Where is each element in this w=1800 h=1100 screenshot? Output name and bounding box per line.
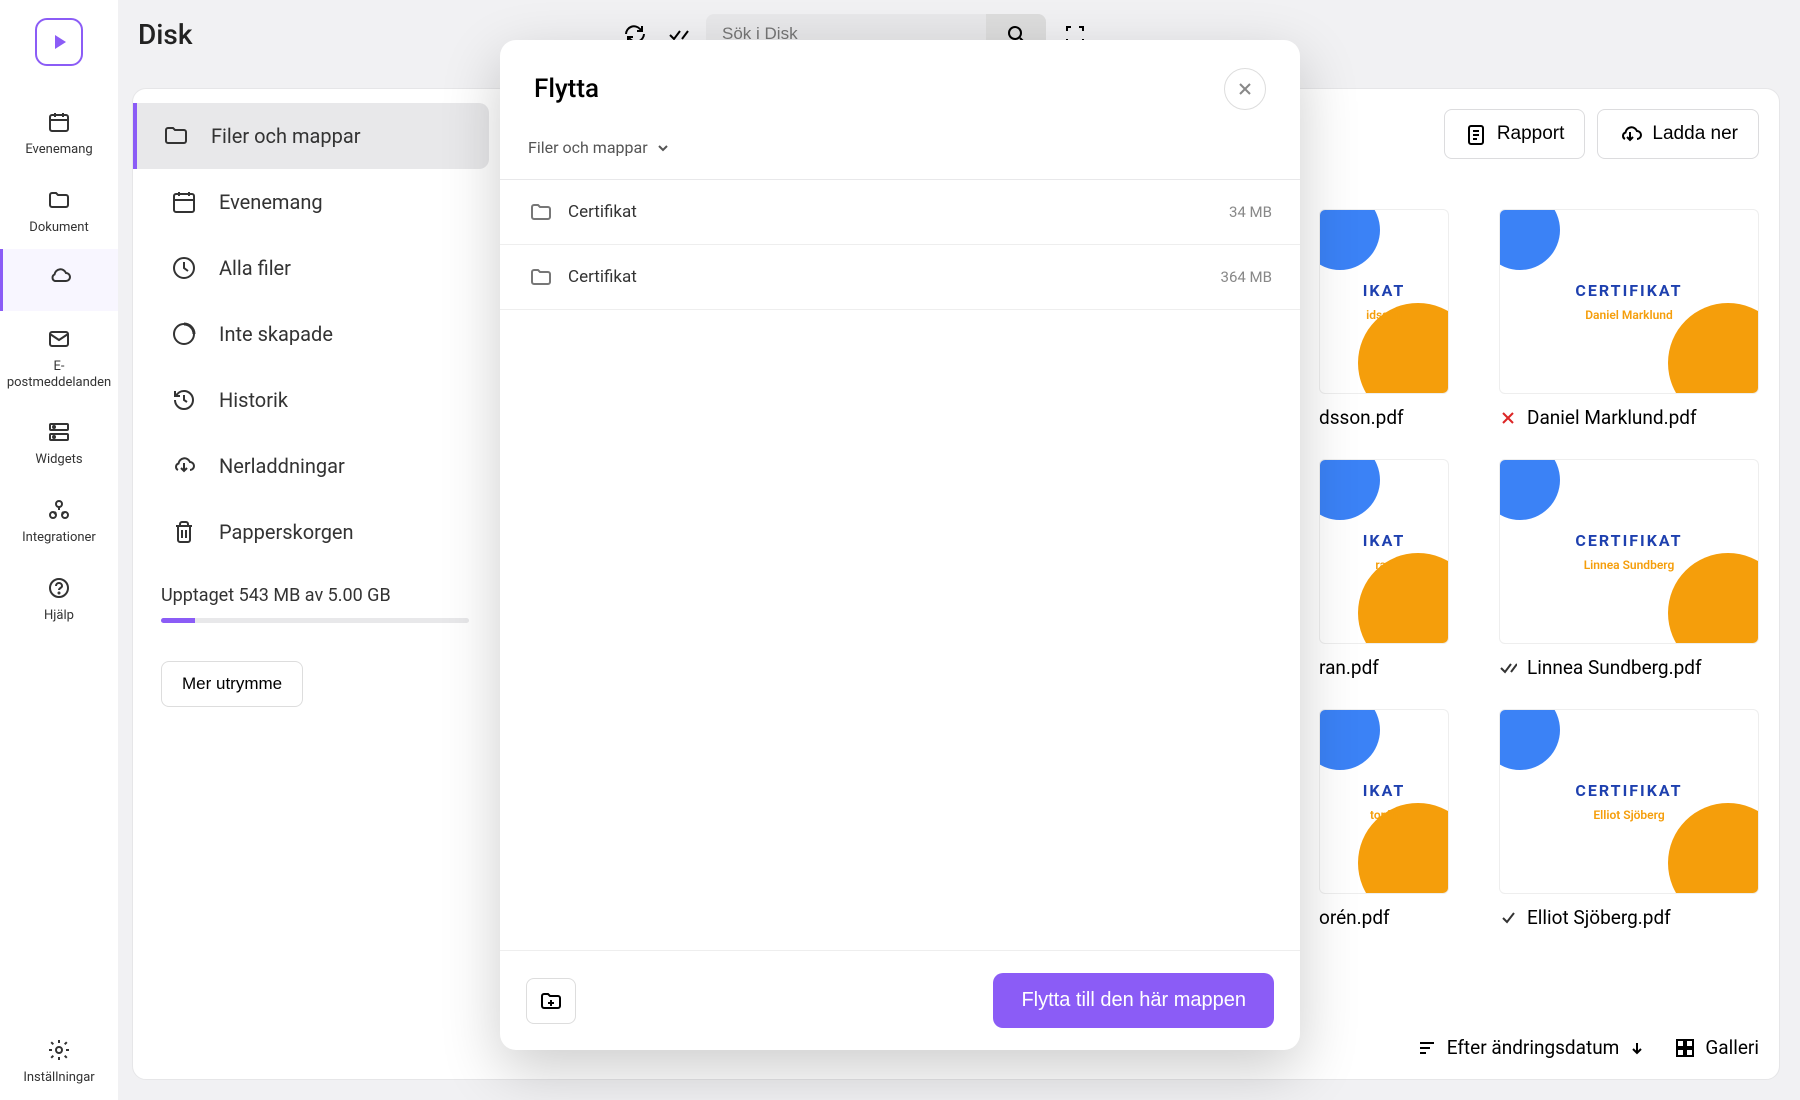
folder-row[interactable]: Certifikat 34 MB	[500, 180, 1300, 245]
modal-overlay: Flytta Filer och mappar Certifikat 34 MB…	[0, 0, 1800, 1100]
folder-icon	[528, 200, 552, 224]
breadcrumb[interactable]: Filer och mappar	[516, 130, 682, 165]
folder-size: 34 MB	[1229, 203, 1272, 221]
folder-name: Certifikat	[568, 267, 1205, 287]
folder-size: 364 MB	[1221, 268, 1272, 286]
modal-title: Flytta	[534, 74, 599, 104]
folder-plus-icon	[539, 989, 563, 1013]
folder-name: Certifikat	[568, 202, 1213, 222]
folder-icon	[528, 265, 552, 289]
breadcrumb-label: Filer och mappar	[528, 138, 648, 157]
close-icon	[1237, 81, 1253, 97]
close-button[interactable]	[1224, 68, 1266, 110]
new-folder-button[interactable]	[526, 978, 576, 1024]
move-confirm-button[interactable]: Flytta till den här mappen	[993, 973, 1274, 1028]
folder-list: Certifikat 34 MB Certifikat 364 MB	[500, 180, 1300, 950]
folder-row[interactable]: Certifikat 364 MB	[500, 245, 1300, 310]
chevron-down-icon	[656, 141, 670, 155]
move-modal: Flytta Filer och mappar Certifikat 34 MB…	[500, 40, 1300, 1050]
